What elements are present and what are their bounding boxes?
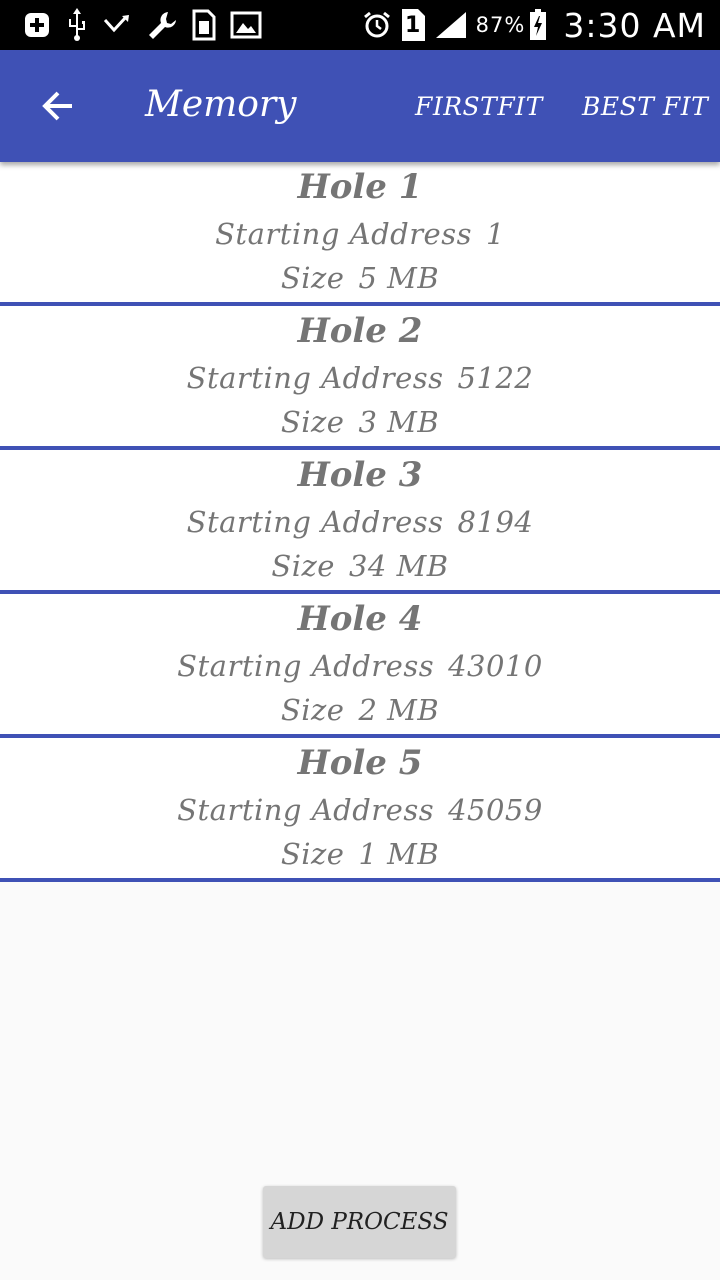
- hole-size: Size 3 MB: [0, 400, 720, 444]
- size-value: 3 MB: [358, 405, 440, 439]
- sim-icon: [192, 8, 216, 42]
- status-bar-left: [22, 8, 276, 42]
- hole-size: Size 5 MB: [0, 256, 720, 300]
- address-value: 45059: [448, 793, 543, 827]
- address-value: 43010: [448, 649, 543, 683]
- arrow-back-icon: [42, 91, 72, 121]
- hole-title: Hole 5: [297, 743, 423, 783]
- signal-icon: [434, 8, 468, 42]
- hole-size: Size 34 MB: [0, 544, 720, 588]
- size-label: Size: [280, 405, 345, 439]
- plus-icon: [22, 8, 52, 42]
- starting-address: Starting Address 8194: [0, 500, 720, 544]
- toolbar: Memory FIRSTFIT BEST FIT: [0, 50, 720, 162]
- address-value: 1: [485, 217, 505, 251]
- starting-address: Starting Address 1: [0, 212, 720, 256]
- back-button[interactable]: [30, 78, 86, 134]
- size-value: 2 MB: [358, 693, 440, 727]
- usb-icon: [66, 8, 88, 42]
- size-label: Size: [280, 837, 345, 871]
- sim-slot-icon: 1: [400, 8, 426, 42]
- battery-percent: 87%: [475, 13, 526, 37]
- status-bar: 1 87% 3:30 AM: [0, 0, 720, 50]
- hole-list: Hole 1 Starting Address 1 Size 5 MB Hole 2…: [0, 162, 720, 882]
- size-label: Size: [280, 261, 345, 295]
- hole-title: Hole 2: [297, 311, 423, 351]
- size-label: Size: [271, 549, 335, 583]
- size-label: Size: [280, 693, 345, 727]
- list-item[interactable]: Hole 5 Starting Address 45059 Size 1 MB: [0, 738, 720, 882]
- starting-address: Starting Address 45059: [0, 788, 720, 832]
- status-bar-right: 1 87% 3:30 AM: [362, 6, 706, 45]
- size-value: 34 MB: [348, 549, 449, 583]
- address-value: 5122: [457, 361, 534, 395]
- wrench-icon: [146, 8, 178, 42]
- address-label: Starting Address: [186, 361, 444, 395]
- size-value: 1 MB: [358, 837, 440, 871]
- battery-charging-icon: [529, 8, 547, 42]
- hole-size: Size 1 MB: [0, 832, 720, 876]
- starting-address: Starting Address 43010: [0, 644, 720, 688]
- firstfit-action[interactable]: FIRSTFIT: [415, 92, 543, 121]
- hole-title: Hole 4: [297, 599, 423, 639]
- bestfit-action[interactable]: BEST FIT: [582, 92, 708, 121]
- sim-slot-number: 1: [405, 13, 421, 38]
- address-label: Starting Address: [177, 649, 435, 683]
- add-process-button[interactable]: ADD PROCESS: [263, 1186, 456, 1258]
- address-label: Starting Address: [186, 505, 444, 539]
- hole-size: Size 2 MB: [0, 688, 720, 732]
- alarm-icon: [362, 8, 392, 42]
- list-item[interactable]: Hole 1 Starting Address 1 Size 5 MB: [0, 162, 720, 306]
- address-label: Starting Address: [215, 217, 472, 251]
- image-icon: [230, 8, 262, 42]
- hole-title: Hole 1: [297, 167, 423, 207]
- list-item[interactable]: Hole 3 Starting Address 8194 Size 34 MB: [0, 450, 720, 594]
- address-label: Starting Address: [177, 793, 435, 827]
- starting-address: Starting Address 5122: [0, 356, 720, 400]
- missed-call-icon: [102, 8, 132, 42]
- address-value: 8194: [457, 505, 534, 539]
- page-title: Memory: [145, 84, 297, 125]
- list-item[interactable]: Hole 4 Starting Address 43010 Size 2 MB: [0, 594, 720, 738]
- clock: 3:30 AM: [563, 5, 706, 45]
- list-item[interactable]: Hole 2 Starting Address 5122 Size 3 MB: [0, 306, 720, 450]
- hole-title: Hole 3: [297, 455, 423, 495]
- size-value: 5 MB: [358, 261, 440, 295]
